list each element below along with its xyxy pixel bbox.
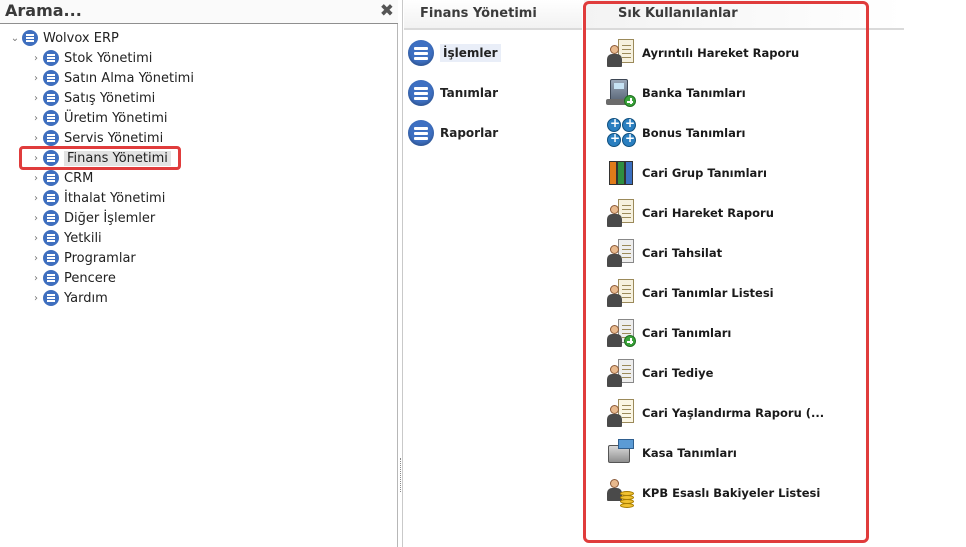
menu-list-icon xyxy=(43,250,59,266)
menu-item-tanimlar[interactable]: Tanımlar xyxy=(408,79,498,107)
menu-item-raporlar[interactable]: Raporlar xyxy=(408,119,498,147)
tree-item-label: Pencere xyxy=(64,270,116,286)
chevron-right-icon[interactable]: › xyxy=(29,273,43,284)
chevron-down-icon[interactable]: ⌄ xyxy=(8,33,22,44)
tree-root-label: Wolvox ERP xyxy=(43,30,119,46)
menu-list-icon xyxy=(43,90,59,106)
chevron-right-icon[interactable]: › xyxy=(29,73,43,84)
tree-item-label: Diğer İşlemler xyxy=(64,210,156,226)
chevron-right-icon[interactable]: › xyxy=(29,93,43,104)
chevron-right-icon[interactable]: › xyxy=(29,213,43,224)
tree-item-ithalat[interactable]: › İthalat Yönetimi xyxy=(29,188,165,208)
tree-item-label: İthalat Yönetimi xyxy=(64,190,166,206)
navigation-panel: Arama... ✖ ⌄ Wolvox ERP › Stok Yönetimi … xyxy=(0,0,398,547)
menu-item-islemler[interactable]: İşlemler xyxy=(408,39,501,67)
tree-item-satin-alma[interactable]: › Satın Alma Yönetimi xyxy=(29,68,194,88)
menu-list-icon xyxy=(43,170,59,186)
menu-item-label: Raporlar xyxy=(440,126,499,140)
search-bar[interactable]: Arama... ✖ xyxy=(0,0,398,24)
menu-list-icon xyxy=(43,110,59,126)
menu-list-icon xyxy=(43,50,59,66)
menu-list-icon xyxy=(43,290,59,306)
tree-item-label: Satın Alma Yönetimi xyxy=(64,70,194,86)
menu-item-label: Tanımlar xyxy=(440,86,499,100)
tree-item-uretim[interactable]: › Üretim Yönetimi xyxy=(29,108,167,128)
tree-root[interactable]: ⌄ Wolvox ERP xyxy=(8,28,119,48)
search-title[interactable]: Arama... xyxy=(5,1,82,20)
tree-item-label: Yardım xyxy=(64,290,108,306)
favorites-highlight-frame xyxy=(583,1,869,543)
menu-list-icon xyxy=(43,130,59,146)
chevron-right-icon[interactable]: › xyxy=(29,173,43,184)
tree-item-yetkili[interactable]: › Yetkili xyxy=(29,228,102,248)
splitter-grip[interactable] xyxy=(400,458,402,492)
menu-list-icon xyxy=(22,30,38,46)
chevron-right-icon[interactable]: › xyxy=(29,293,43,304)
menu-list-icon xyxy=(43,230,59,246)
tree-item-diger[interactable]: › Diğer İşlemler xyxy=(29,208,155,228)
menu-list-icon xyxy=(408,80,434,106)
menu-list-icon xyxy=(43,210,59,226)
chevron-right-icon[interactable]: › xyxy=(29,253,43,264)
tree-item-crm[interactable]: › CRM xyxy=(29,168,93,188)
tree-item-servis[interactable]: › Servis Yönetimi xyxy=(29,128,163,148)
menu-item-label: İşlemler xyxy=(440,44,501,62)
menu-list-icon xyxy=(43,70,59,86)
tree-item-label: Stok Yönetimi xyxy=(64,50,153,66)
tree-item-programlar[interactable]: › Programlar xyxy=(29,248,136,268)
tree-item-stok[interactable]: › Stok Yönetimi xyxy=(29,48,152,68)
close-icon[interactable]: ✖ xyxy=(380,1,394,21)
selection-highlight xyxy=(19,146,181,170)
menu-list-icon xyxy=(408,40,434,66)
menu-list-icon xyxy=(43,270,59,286)
chevron-right-icon[interactable]: › xyxy=(29,233,43,244)
menu-list-icon xyxy=(43,190,59,206)
tree-item-yardim[interactable]: › Yardım xyxy=(29,288,108,308)
chevron-right-icon[interactable]: › xyxy=(29,113,43,124)
tree-item-label: Üretim Yönetimi xyxy=(64,110,168,126)
chevron-right-icon[interactable]: › xyxy=(29,133,43,144)
menu-list-icon xyxy=(408,120,434,146)
tree-item-satis[interactable]: › Satış Yönetimi xyxy=(29,88,155,108)
chevron-right-icon[interactable]: › xyxy=(29,53,43,64)
tree-item-label: CRM xyxy=(64,170,94,186)
tree-item-label: Yetkili xyxy=(64,230,102,246)
tree-item-label: Satış Yönetimi xyxy=(64,90,156,106)
tree-item-pencere[interactable]: › Pencere xyxy=(29,268,116,288)
tree-item-label: Servis Yönetimi xyxy=(64,130,164,146)
tree-item-label: Programlar xyxy=(64,250,136,266)
chevron-right-icon[interactable]: › xyxy=(29,193,43,204)
tab-finans-yonetimi[interactable]: Finans Yönetimi xyxy=(404,0,582,30)
